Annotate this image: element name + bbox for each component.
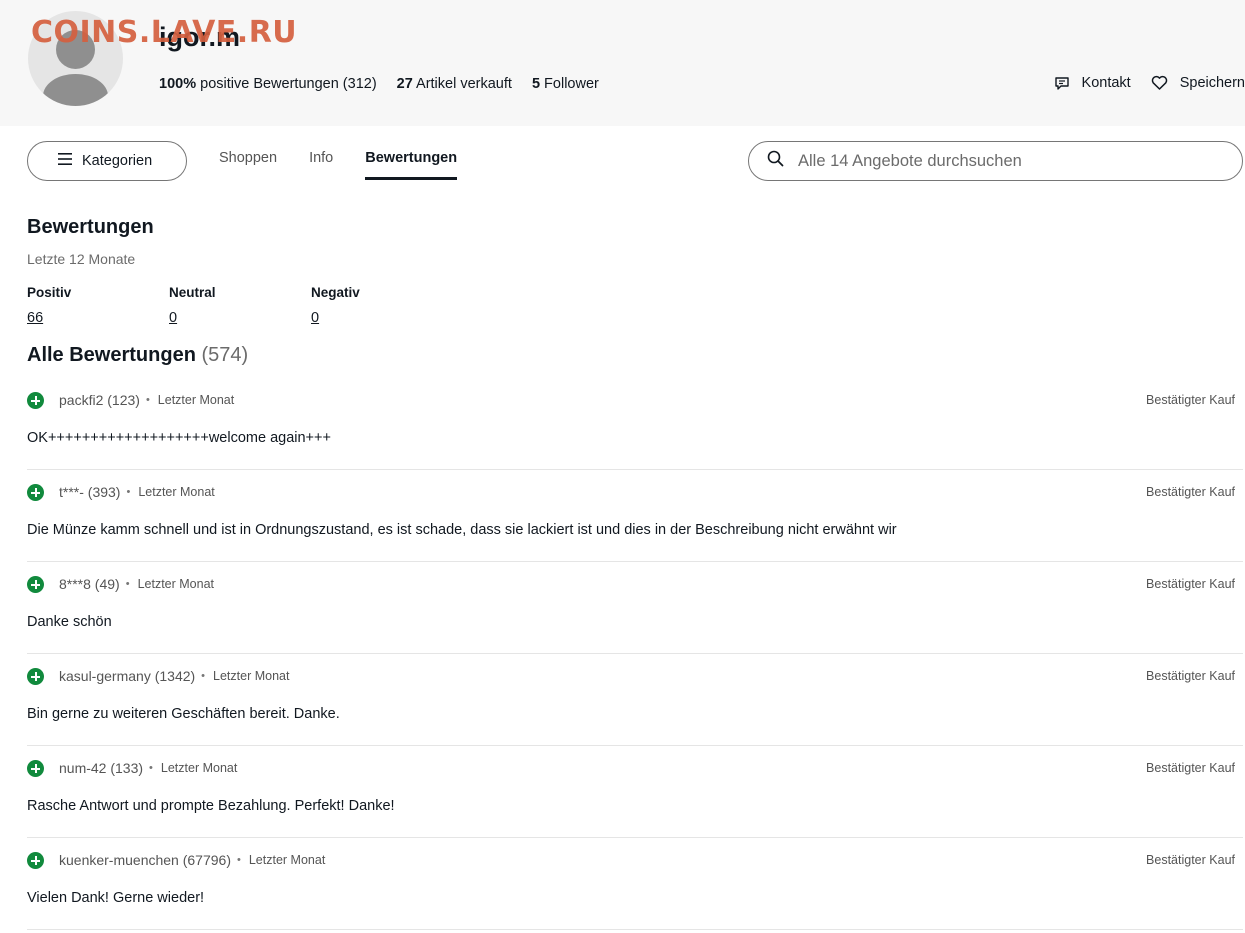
all-reviews-title: Alle Bewertungen (574) (27, 344, 248, 367)
all-reviews-count: (574) (201, 344, 249, 366)
stat-positive: 100% positive Bewertungen (312) (159, 76, 377, 92)
positive-icon (27, 392, 44, 409)
review-meta: t***- (393) • Letzter Monat (59, 484, 215, 500)
reviewer-name[interactable]: kasul-germany (1342) (59, 668, 195, 684)
review-date: Letzter Monat (213, 669, 290, 683)
review-text: Danke schön (27, 614, 112, 630)
positive-count-link[interactable]: 66 (27, 310, 169, 326)
review-date: Letzter Monat (137, 577, 214, 591)
save-label: Speichern (1179, 75, 1245, 91)
verified-purchase-badge: Bestätigter Kauf (1146, 577, 1235, 591)
reviewer-name[interactable]: 8***8 (49) (59, 576, 120, 592)
reviewer-name[interactable]: t***- (393) (59, 484, 120, 500)
watermark: COINS.LAVE.RU (31, 15, 298, 50)
avatar-body (43, 74, 108, 106)
review-list: packfi2 (123) • Letzter Monat Bestätigte… (27, 378, 1243, 930)
review-meta: 8***8 (49) • Letzter Monat (59, 576, 214, 592)
verified-purchase-badge: Bestätigter Kauf (1146, 761, 1235, 775)
ratings-summary: Positiv 66 Neutral 0 Negativ 0 (27, 285, 453, 326)
review-item: num-42 (133) • Letzter Monat Bestätigter… (27, 746, 1243, 838)
review-date: Letzter Monat (248, 853, 326, 867)
review-item: kuenker-muenchen (67796) • Letzter Monat… (27, 838, 1243, 930)
save-seller-button[interactable]: Speichern (1151, 75, 1245, 91)
review-item: packfi2 (123) • Letzter Monat Bestätigte… (27, 378, 1243, 470)
positive-icon (27, 576, 44, 593)
message-icon (1054, 75, 1070, 91)
stat-sold-label: Artikel verkauft (416, 76, 512, 92)
review-text: OK+++++++++++++++++++welcome again+++ (27, 430, 331, 446)
search-input[interactable] (798, 151, 1218, 171)
negative-count-link[interactable]: 0 (311, 310, 453, 326)
store-nav: Kategorien Shoppen Info Bewertungen (0, 126, 1245, 196)
contact-button[interactable]: Kontakt (1054, 75, 1131, 91)
review-date: Letzter Monat (138, 485, 215, 499)
negative-summary: Negativ 0 (311, 285, 453, 326)
positive-icon (27, 760, 44, 777)
ratings-title: Bewertungen (27, 216, 154, 238)
separator-dot: • (126, 486, 131, 498)
review-item: kasul-germany (1342) • Letzter Monat Bes… (27, 654, 1243, 746)
negative-label: Negativ (311, 285, 360, 300)
tab-shoppen[interactable]: Shoppen (219, 150, 277, 180)
review-date: Letzter Monat (157, 393, 235, 407)
stat-positive-value: 100% (159, 76, 197, 92)
verified-purchase-badge: Bestätigter Kauf (1146, 485, 1235, 499)
search-icon (767, 150, 784, 172)
positive-icon (27, 852, 44, 869)
neutral-label: Neutral (169, 285, 216, 300)
separator-dot: • (145, 394, 150, 406)
positive-icon (27, 668, 44, 685)
store-tabs: Shoppen Info Bewertungen (219, 150, 458, 180)
stat-followers-value: 5 (531, 76, 541, 92)
separator-dot: • (237, 854, 241, 866)
review-meta: num-42 (133) • Letzter Monat (59, 760, 237, 776)
positive-icon (27, 484, 44, 501)
stat-sold: 27 Artikel verkauft (397, 76, 512, 92)
categories-button[interactable]: Kategorien (27, 141, 187, 181)
heart-icon (1151, 75, 1168, 91)
stat-followers: 5 Follower (532, 76, 599, 92)
review-text: Rasche Antwort und prompte Bezahlung. Pe… (27, 798, 395, 814)
separator-dot: • (125, 578, 130, 590)
review-item: t***- (393) • Letzter Monat Bestätigter … (27, 470, 1243, 562)
review-text: Die Münze kamm schnell und ist in Ordnun… (27, 522, 897, 538)
reviewer-name[interactable]: num-42 (133) (59, 760, 143, 776)
contact-label: Kontakt (1081, 75, 1131, 91)
menu-icon (58, 153, 72, 169)
ratings-period: Letzte 12 Monate (27, 251, 136, 267)
positive-summary: Positiv 66 (27, 285, 169, 326)
verified-purchase-badge: Bestätigter Kauf (1146, 393, 1235, 407)
categories-label: Kategorien (82, 153, 153, 169)
header-actions: Kontakt Speichern (1054, 75, 1245, 91)
tab-info[interactable]: Info (309, 150, 333, 180)
store-search (748, 141, 1243, 181)
stat-positive-label: positive Bewertungen (312) (200, 76, 377, 92)
review-meta: packfi2 (123) • Letzter Monat (59, 392, 234, 408)
neutral-count-link[interactable]: 0 (169, 310, 311, 326)
positive-label: Positiv (27, 285, 72, 300)
verified-purchase-badge: Bestätigter Kauf (1146, 853, 1235, 867)
tab-bewertungen[interactable]: Bewertungen (365, 150, 458, 180)
review-meta: kuenker-muenchen (67796) • Letzter Monat (59, 852, 325, 868)
review-date: Letzter Monat (160, 761, 238, 775)
review-text: Vielen Dank! Gerne wieder! (27, 890, 205, 906)
stat-followers-label: Follower (544, 76, 599, 92)
all-reviews-label: Alle Bewertungen (27, 344, 196, 366)
review-text: Bin gerne zu weiteren Geschäften bereit.… (27, 706, 340, 722)
neutral-summary: Neutral 0 (169, 285, 311, 326)
review-item: 8***8 (49) • Letzter Monat Bestätigter K… (27, 562, 1243, 654)
separator-dot: • (201, 670, 206, 682)
reviewer-name[interactable]: packfi2 (123) (59, 392, 140, 408)
review-meta: kasul-germany (1342) • Letzter Monat (59, 668, 289, 684)
reviewer-name[interactable]: kuenker-muenchen (67796) (59, 852, 231, 868)
separator-dot: • (149, 762, 153, 774)
seller-stats: 100% positive Bewertungen (312) 27 Artik… (159, 76, 599, 92)
stat-sold-value: 27 (396, 76, 413, 92)
verified-purchase-badge: Bestätigter Kauf (1146, 669, 1235, 683)
